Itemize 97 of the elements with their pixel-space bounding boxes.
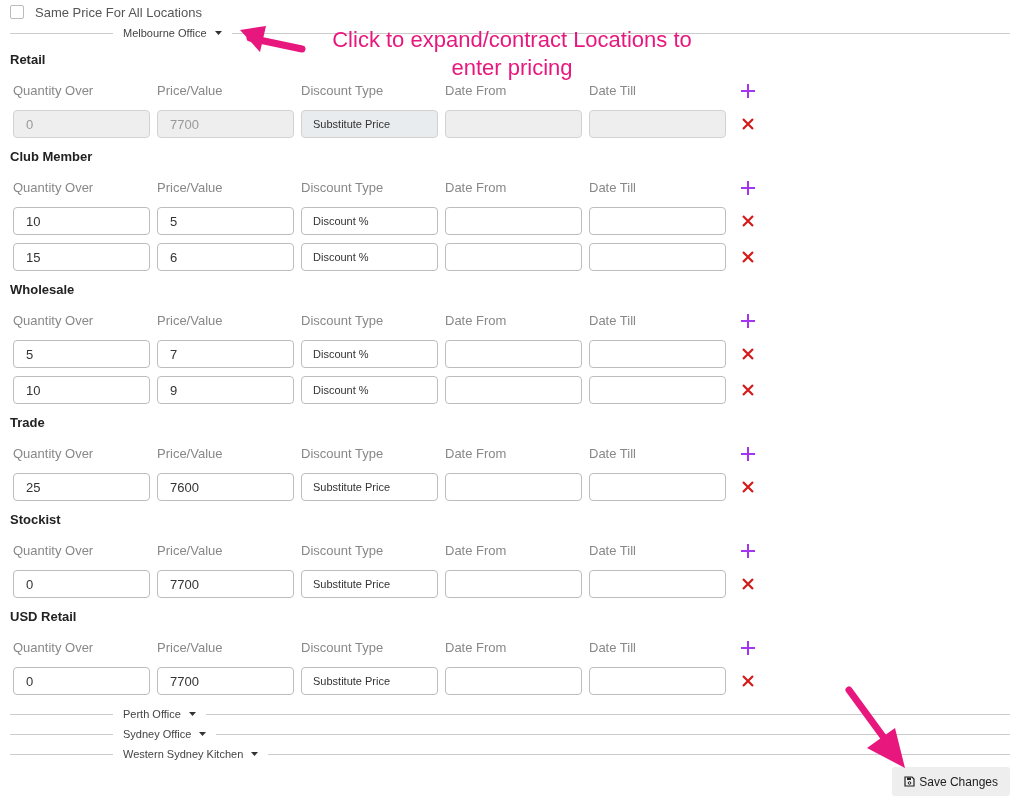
price-group-title: USD Retail [10, 608, 77, 626]
column-header: Date Till [589, 179, 637, 197]
input-field[interactable]: 9 [157, 376, 294, 404]
close-icon[interactable] [740, 382, 756, 398]
input-field[interactable]: 7600 [157, 473, 294, 501]
annotation-text: Click to expand/contract Locations to enter pricing [331, 26, 693, 82]
date-field[interactable] [589, 473, 726, 501]
add-icon[interactable] [740, 83, 756, 99]
column-header: Date From [445, 179, 508, 197]
input-field[interactable]: 7700 [157, 667, 294, 695]
column-header: Date From [445, 639, 508, 657]
column-header: Discount Type [301, 445, 385, 463]
column-header: Discount Type [301, 179, 385, 197]
column-header: Date From [445, 542, 508, 560]
date-field[interactable] [589, 340, 726, 368]
date-field[interactable] [589, 376, 726, 404]
select-field[interactable]: Substitute Price [301, 570, 438, 598]
price-group-title: Trade [10, 414, 45, 432]
column-header: Date From [445, 445, 508, 463]
close-icon[interactable] [740, 479, 756, 495]
input-field[interactable]: 6 [157, 243, 294, 271]
column-header: Price/Value [157, 542, 224, 560]
date-field[interactable] [445, 243, 582, 271]
column-header: Date From [445, 312, 508, 330]
add-icon[interactable] [740, 640, 756, 656]
column-header: Discount Type [301, 82, 385, 100]
input-field[interactable]: 0 [13, 570, 150, 598]
column-header: Price/Value [157, 639, 224, 657]
input-field[interactable]: 5 [13, 340, 150, 368]
select-field[interactable]: Discount % [301, 376, 438, 404]
location-toggle[interactable]: Western Sydney Kitchen [113, 748, 269, 760]
input-field[interactable]: 10 [13, 207, 150, 235]
date-field[interactable] [589, 570, 726, 598]
caret-icon [251, 752, 259, 756]
column-header: Quantity Over [13, 542, 95, 560]
input-field[interactable]: 5 [157, 207, 294, 235]
date-field[interactable] [589, 667, 726, 695]
input-field[interactable]: 10 [13, 376, 150, 404]
date-field[interactable] [589, 207, 726, 235]
close-icon[interactable] [740, 249, 756, 265]
column-header: Quantity Over [13, 312, 95, 330]
checkbox[interactable] [10, 5, 24, 19]
input-field[interactable]: 15 [13, 243, 150, 271]
select-field[interactable]: Discount % [301, 207, 438, 235]
close-icon[interactable] [740, 213, 756, 229]
add-icon[interactable] [740, 180, 756, 196]
select-field[interactable]: Discount % [301, 243, 438, 271]
date-field[interactable] [445, 340, 582, 368]
column-header: Date Till [589, 542, 637, 560]
price-group-title: Wholesale [10, 281, 75, 299]
column-header: Quantity Over [13, 445, 95, 463]
column-header: Date Till [589, 445, 637, 463]
save-button[interactable]: Save Changes [892, 767, 1010, 796]
input-field[interactable]: 0 [13, 667, 150, 695]
close-icon[interactable] [740, 576, 756, 592]
column-header: Quantity Over [13, 639, 95, 657]
column-header: Discount Type [301, 542, 385, 560]
select-field[interactable]: Discount % [301, 340, 438, 368]
column-header: Price/Value [157, 445, 224, 463]
input-field[interactable]: 7 [157, 340, 294, 368]
date-field[interactable] [445, 376, 582, 404]
column-header: Date Till [589, 82, 637, 100]
checkbox-label: Same Price For All Locations [35, 4, 202, 20]
location-toggle[interactable]: Melbourne Office [113, 27, 232, 39]
add-icon[interactable] [740, 313, 756, 329]
column-header: Discount Type [301, 312, 385, 330]
add-icon[interactable] [740, 446, 756, 462]
input-field[interactable]: 7700 [157, 570, 294, 598]
date-field[interactable] [445, 667, 582, 695]
date-field[interactable] [445, 207, 582, 235]
add-icon[interactable] [740, 543, 756, 559]
column-header: Date Till [589, 312, 637, 330]
column-header: Price/Value [157, 179, 224, 197]
caret-icon [214, 31, 222, 35]
close-icon[interactable] [740, 116, 756, 132]
select-field[interactable]: Substitute Price [301, 667, 438, 695]
column-header: Quantity Over [13, 179, 95, 197]
column-header: Date Till [589, 639, 637, 657]
date-field[interactable] [445, 570, 582, 598]
column-header: Price/Value [157, 82, 224, 100]
column-header: Date From [445, 82, 508, 100]
select-field[interactable]: Substitute Price [301, 473, 438, 501]
close-icon[interactable] [740, 673, 756, 689]
date-field[interactable] [445, 473, 582, 501]
column-header: Quantity Over [13, 82, 95, 100]
caret-icon [188, 712, 196, 716]
price-group-title: Retail [10, 51, 46, 69]
column-header: Price/Value [157, 312, 224, 330]
column-header: Discount Type [301, 639, 385, 657]
price-group-title: Stockist [10, 511, 61, 529]
date-field[interactable] [589, 243, 726, 271]
caret-icon [199, 732, 207, 736]
location-toggle[interactable]: Perth Office [113, 708, 206, 720]
price-group-title: Club Member [10, 148, 93, 166]
location-toggle[interactable]: Sydney Office [113, 728, 217, 740]
close-icon[interactable] [740, 346, 756, 362]
input-field[interactable]: 25 [13, 473, 150, 501]
